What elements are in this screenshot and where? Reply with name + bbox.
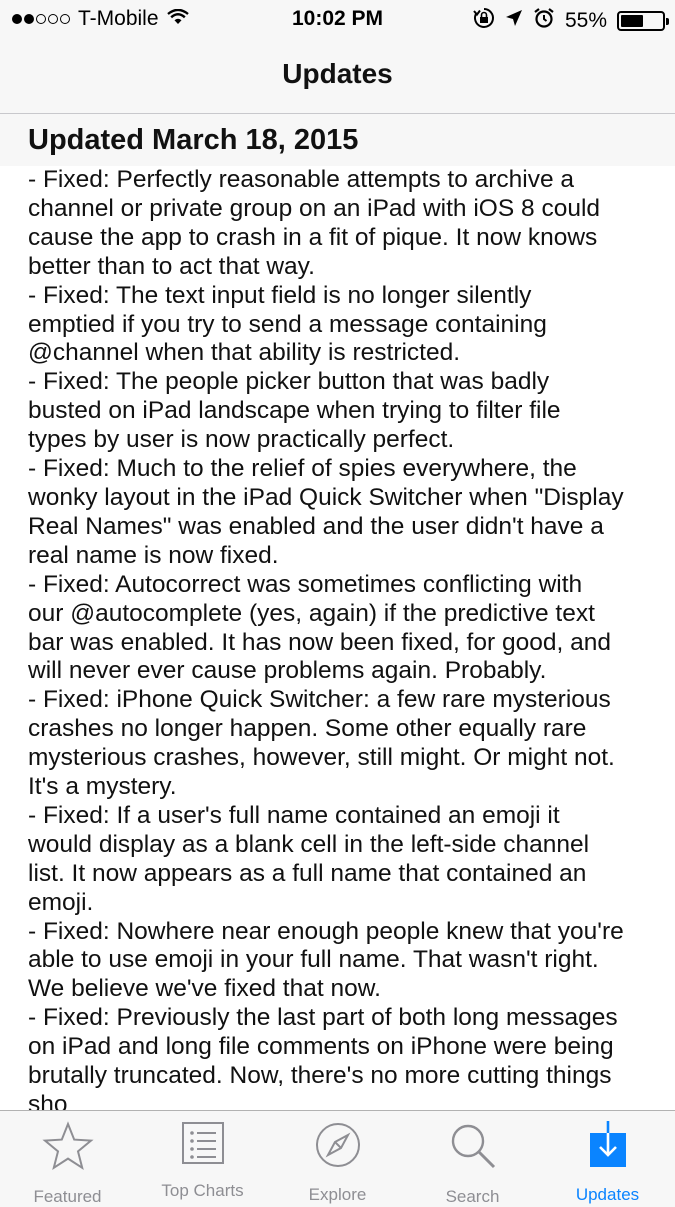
release-note-line: channel or private group on an iPad with… — [28, 194, 601, 222]
compass-icon — [308, 1121, 368, 1169]
release-note-line: our @autocomplete (yes, again) if the pr… — [28, 599, 595, 627]
tab-label: Top Charts — [161, 1181, 244, 1200]
release-note-line: busted on iPad landscape when trying to … — [28, 397, 561, 425]
location-arrow-icon — [505, 9, 523, 33]
release-note-line: will never ever cause problems again. Pr… — [28, 657, 547, 685]
release-note-line: - Fixed: Nowhere near enough people knew… — [28, 917, 624, 945]
tab-updates[interactable]: Updates — [540, 1111, 675, 1204]
release-note-line: - Fixed: Much to the relief of spies eve… — [28, 455, 577, 483]
tab-explore[interactable]: Explore — [270, 1111, 405, 1204]
search-icon — [443, 1121, 503, 1171]
release-note-line: emptied if you try to send a message con… — [28, 310, 547, 338]
update-date-heading: Updated March 18, 2015 — [28, 124, 359, 156]
status-right: 55% — [473, 7, 669, 35]
release-note-line: @channel when that ability is restricted… — [28, 339, 461, 367]
release-note-line: Real Names" was enabled and the user did… — [28, 512, 604, 540]
release-note-line: cause the app to crash in a fit of pique… — [28, 223, 598, 251]
list-icon — [173, 1121, 233, 1165]
tab-label: Updates — [575, 1185, 640, 1204]
battery-fill — [621, 15, 643, 27]
star-icon — [38, 1121, 98, 1171]
release-note-line: able to use emoji in your full name. Tha… — [28, 946, 599, 974]
release-notes-scroll-area[interactable]: - Fixed: Perfectly reasonable attempts t… — [0, 166, 675, 1110]
release-note-line: bar was enabled. It has now been fixed, … — [28, 628, 611, 656]
tab-label: Explore — [308, 1185, 367, 1204]
tab-label: Featured — [33, 1187, 102, 1206]
rotation-lock-icon — [473, 7, 495, 35]
section-header: Updated March 18, 2015 — [0, 114, 675, 166]
page-title: Updates — [282, 58, 393, 89]
release-note-line: brutally truncated. Now, there's no more… — [28, 1062, 612, 1090]
tab-label: Search — [445, 1187, 500, 1206]
status-bar: T-Mobile 10:02 PM 55% — [0, 0, 675, 38]
release-note-line: - Fixed: The text input field is no long… — [28, 281, 532, 309]
alarm-clock-icon — [533, 7, 555, 35]
release-note-line: - Fixed: If a user's full name contained… — [28, 801, 560, 829]
tab-search[interactable]: Search — [405, 1111, 540, 1206]
release-note-line: - Fixed: Perfectly reasonable attempts t… — [28, 166, 575, 193]
battery-percent: 55% — [564, 9, 607, 32]
release-note-line: better than to act that way. — [28, 252, 315, 280]
release-note-line: on iPad and long file comments on iPhone… — [28, 1033, 614, 1061]
tab-top-charts[interactable]: Top Charts — [135, 1111, 270, 1200]
tab-bar: Featured Top Charts Explore Search Updates — [0, 1110, 675, 1206]
release-note-line: list. It now appears as a full name that… — [28, 859, 587, 887]
release-note-line: crashes no longer happen. Some other equ… — [28, 715, 587, 743]
release-note-line: wonky layout in the iPad Quick Switcher … — [28, 483, 624, 511]
release-note-line: sho — [28, 1091, 68, 1110]
release-notes-text: - Fixed: Perfectly reasonable attempts t… — [28, 166, 663, 1110]
release-note-line: - Fixed: iPhone Quick Switcher: a few ra… — [28, 686, 611, 714]
release-note-line: real name is now fixed. — [28, 541, 279, 569]
release-note-line: - Fixed: Autocorrect was sometimes confl… — [28, 570, 583, 598]
navigation-bar: Updates — [0, 38, 675, 114]
release-note-line: - Fixed: The people picker button that w… — [28, 368, 550, 396]
release-note-line: We believe we've fixed that now. — [28, 975, 381, 1003]
tab-featured[interactable]: Featured — [0, 1111, 135, 1206]
release-note-line: It's a mystery. — [28, 773, 177, 801]
updates-download-icon — [578, 1121, 638, 1169]
release-note-line: - Fixed: Previously the last part of bot… — [28, 1004, 618, 1032]
release-note-line: types by user is now practically perfect… — [28, 426, 455, 454]
battery-icon — [617, 11, 669, 31]
release-note-line: emoji. — [28, 888, 94, 916]
release-note-line: mysterious crashes, however, still might… — [28, 744, 615, 772]
release-note-line: would display as a blank cell in the lef… — [28, 830, 590, 858]
